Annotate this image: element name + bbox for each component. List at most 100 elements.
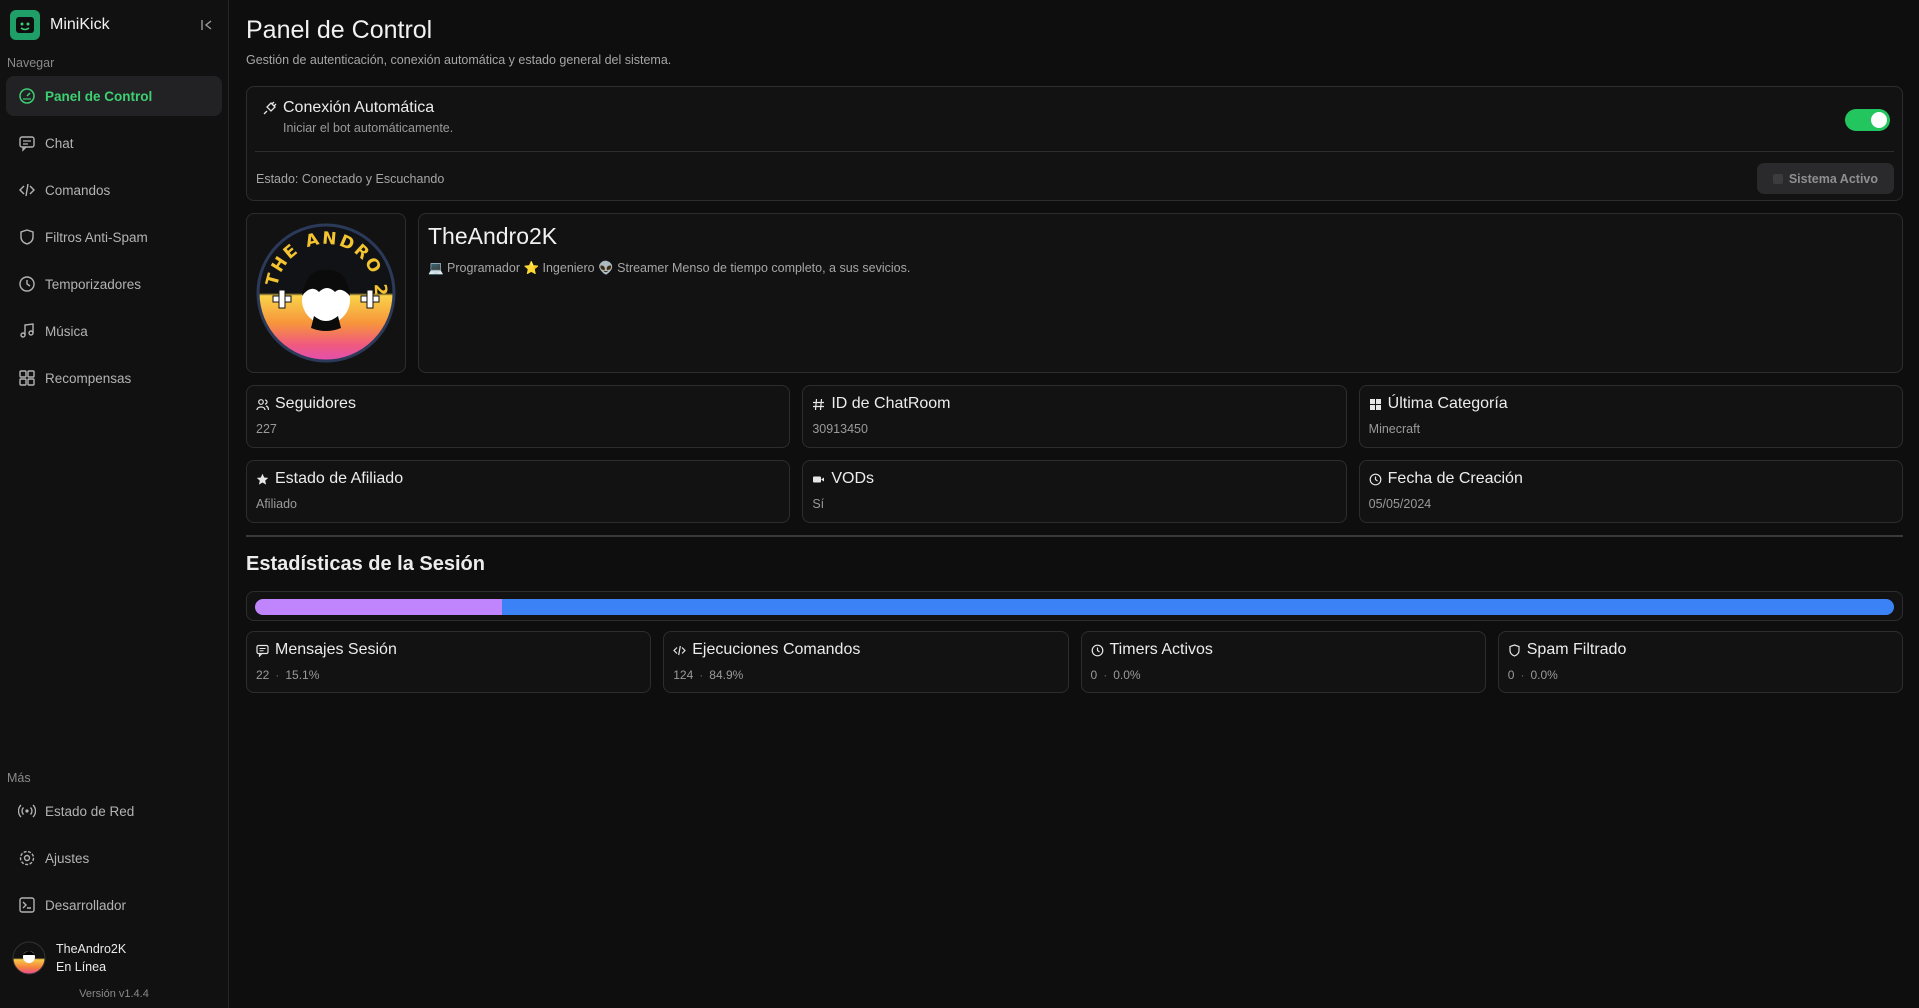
chat-icon [19, 136, 35, 152]
star-icon [256, 473, 269, 485]
brand: MiniKick [0, 0, 228, 50]
sidebar: MiniKick Navegar Panel de Control Chat C… [0, 0, 229, 1008]
channel-stats-grid: Seguidores 227 ID de ChatRoom 30913450 Ú… [246, 385, 1903, 523]
grid-icon [19, 370, 35, 386]
app-logo-icon [10, 10, 40, 40]
gauge-icon [19, 88, 35, 104]
gear-icon [19, 850, 35, 866]
stat-value: 05/05/2024 [1368, 497, 1432, 511]
session-distribution-bar [255, 599, 1894, 615]
music-icon [20, 323, 34, 338]
plug-icon [263, 101, 277, 114]
session-stats-grid: Mensajes Sesión 22 · 15.1% Ejecuciones Com… [246, 631, 1903, 693]
profile-row: THE ANDRO 2K TheAndro2K 💻 Programador ⭐ … [246, 213, 1903, 373]
radio-icon [18, 804, 36, 818]
more-section-label: Más [7, 771, 31, 785]
chat-icon [256, 644, 269, 657]
collapse-sidebar-icon[interactable] [196, 14, 218, 36]
session-distribution-bar-card [246, 591, 1903, 621]
user-profile[interactable]: TheAndro2K En Línea [0, 932, 228, 984]
system-active-button[interactable]: Sistema Activo [1756, 163, 1894, 194]
code-icon [673, 645, 687, 655]
sidebar-item-comandos[interactable]: Comandos [6, 170, 222, 210]
terminal-icon [19, 897, 35, 913]
channel-avatar-logo: THE ANDRO 2K [255, 222, 396, 363]
session-bar-segment [255, 599, 503, 615]
session-stat-label: Timers Activos [1109, 641, 1213, 658]
app-version: Versión v1.4.4 [79, 988, 149, 1000]
separator-dot: · [699, 668, 704, 682]
sidebar-item-chat[interactable]: Chat [6, 123, 222, 163]
main-content: Panel de Control Gestión de autenticació… [229, 0, 1919, 1008]
session-card-spam: Spam Filtrado 0 · 0.0% [1497, 631, 1903, 693]
sidebar-item-label: Música [45, 323, 88, 339]
session-stat-count: 124 [673, 668, 694, 682]
session-stat-label: Spam Filtrado [1526, 641, 1627, 658]
sidebar-item-ajustes[interactable]: Ajustes [6, 838, 222, 878]
separator-dot: · [275, 668, 280, 682]
sidebar-bottom: Más Estado de Red Ajustes Desarrollador … [0, 765, 228, 1008]
stat-label: VODs [831, 470, 874, 487]
stat-card-seguidores: Seguidores 227 [246, 385, 791, 448]
stat-card-ultima-categoria: Última Categoría Minecraft [1358, 385, 1903, 448]
stat-label: Última Categoría [1387, 395, 1508, 412]
stat-card-estado-afiliado: Estado de Afiliado Afiliado [246, 460, 791, 523]
auto-connect-card: Conexión Automática Iniciar el bot autom… [246, 86, 1903, 201]
stat-label: Estado de Afiliado [275, 470, 404, 487]
square-icon [1772, 173, 1783, 184]
code-icon [19, 183, 35, 197]
shield-icon [1509, 643, 1520, 657]
shield-icon [20, 229, 34, 245]
session-bar-segment [502, 599, 1894, 615]
grid-icon [1369, 398, 1381, 410]
avatar [12, 941, 46, 975]
sidebar-item-desarrollador[interactable]: Desarrollador [6, 885, 222, 925]
stat-value: Minecraft [1368, 422, 1421, 436]
stat-value: Afiliado [256, 497, 297, 511]
auto-connect-title: Conexión Automática [283, 99, 435, 116]
sidebar-item-label: Recompensas [45, 370, 132, 386]
stat-card-vods: VODs Sí [802, 460, 1347, 523]
hash-icon [813, 398, 825, 410]
sidebar-item-label: Ajustes [45, 850, 90, 866]
connection-status: Estado: Conectado y Escuchando [256, 171, 445, 186]
session-stats-title: Estadísticas de la Sesión [246, 553, 485, 575]
session-stat-label: Mensajes Sesión [275, 641, 397, 658]
separator-dot: · [1520, 668, 1525, 682]
clock-icon [1369, 473, 1382, 485]
sidebar-item-estado-de-red[interactable]: Estado de Red [6, 791, 222, 831]
channel-avatar-card: THE ANDRO 2K [246, 213, 406, 373]
channel-bio-card: TheAndro2K 💻 Programador ⭐ Ingeniero 👽 S… [418, 213, 1903, 373]
user-status: En Línea [56, 960, 107, 974]
session-stat-percent: 15.1% [285, 668, 320, 682]
session-stat-count: 22 [256, 668, 270, 682]
sidebar-item-panel-de-control[interactable]: Panel de Control [6, 76, 222, 116]
section-divider [246, 535, 1903, 537]
channel-name: TheAndro2K [428, 223, 558, 249]
users-icon [256, 398, 269, 410]
stat-value: Sí [812, 497, 825, 511]
stat-value: 227 [256, 422, 277, 436]
stat-card-chatroom-id: ID de ChatRoom 30913450 [802, 385, 1347, 448]
auto-connect-toggle[interactable] [1845, 109, 1890, 131]
page-subtitle: Gestión de autenticación, conexión autom… [246, 53, 672, 67]
stat-value: 30913450 [812, 422, 868, 436]
sidebar-item-temporizadores[interactable]: Temporizadores [6, 264, 222, 304]
sidebar-item-label: Panel de Control [45, 88, 153, 104]
user-info: TheAndro2K En Línea [56, 940, 126, 976]
stat-card-fecha-creacion: Fecha de Creación 05/05/2024 [1358, 460, 1903, 523]
sidebar-item-label: Filtros Anti-Spam [45, 229, 148, 245]
system-active-label: Sistema Activo [1788, 171, 1878, 186]
channel-bio: 💻 Programador ⭐ Ingeniero 👽 Streamer Men… [428, 261, 911, 275]
user-name: TheAndro2K [56, 942, 127, 956]
sidebar-item-recompensas[interactable]: Recompensas [6, 358, 222, 398]
session-card-timers: Timers Activos 0 · 0.0% [1080, 631, 1486, 693]
sidebar-item-musica[interactable]: Música [6, 311, 222, 351]
clock-icon [1091, 644, 1103, 656]
session-stat-count: 0 [1507, 668, 1515, 682]
sidebar-item-label: Comandos [45, 182, 111, 198]
sidebar-item-filtros-anti-spam[interactable]: Filtros Anti-Spam [6, 217, 222, 257]
sidebar-item-label: Estado de Red [45, 803, 135, 819]
sidebar-item-label: Temporizadores [45, 276, 142, 292]
session-stat-percent: 0.0% [1530, 668, 1558, 682]
